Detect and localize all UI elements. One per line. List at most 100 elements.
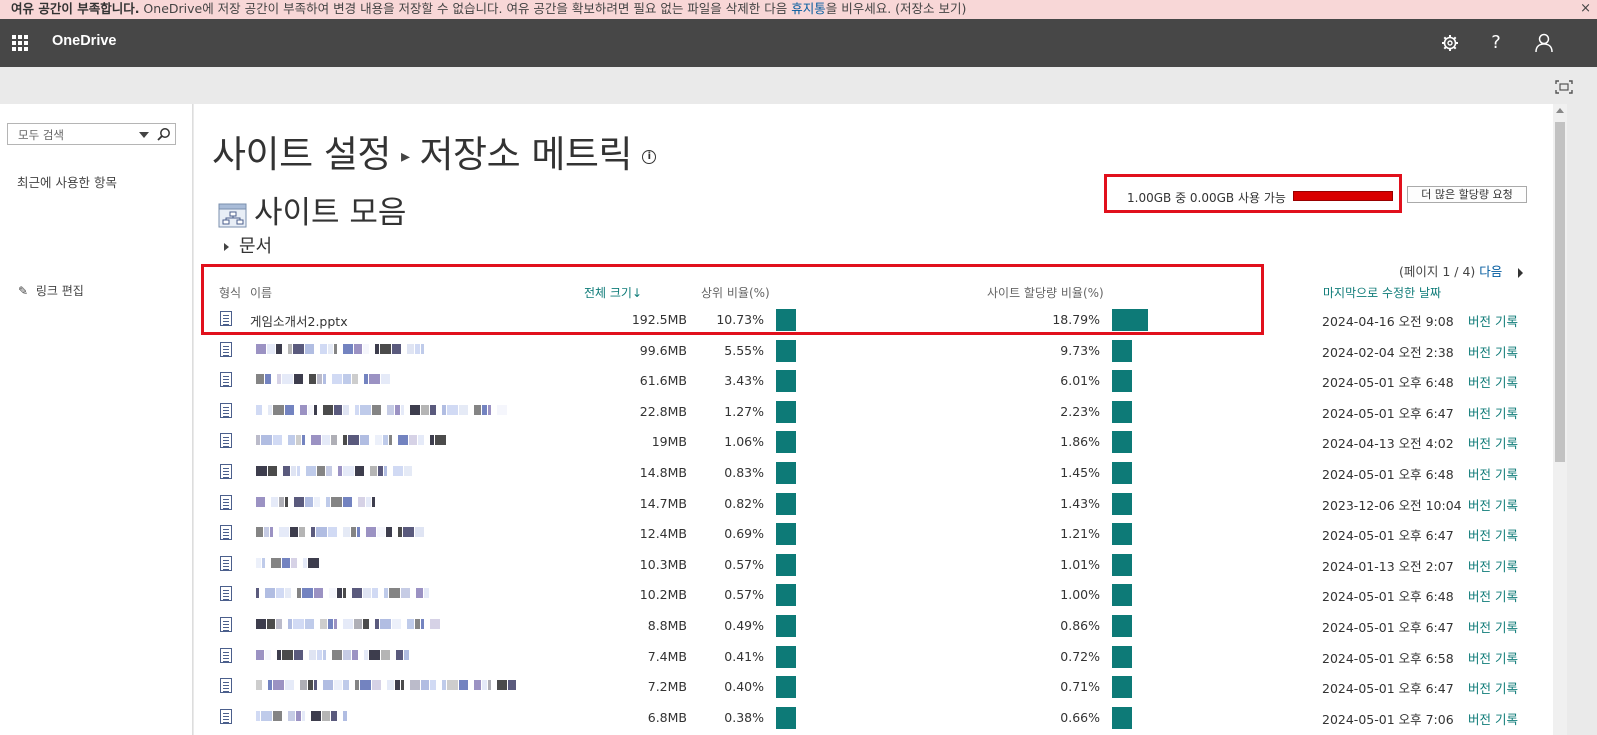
redacted-file-name <box>256 466 412 478</box>
file-size: 14.7MB <box>639 495 687 511</box>
version-history-link[interactable]: 버전 기록 <box>1468 464 1518 483</box>
quota-highlight-box: 1.00GB 중 0.00GB 사용 가능 <box>1104 174 1402 213</box>
scroll-up-icon[interactable] <box>1556 108 1564 113</box>
tree-node-documents[interactable]: 문서 <box>224 232 272 258</box>
main-content: 사이트 설정 ▸ 저장소 메트릭 i 사이트 모음 문서 1.00GB 중 0.00G… <box>194 104 1553 735</box>
site-quota-percentage: 0.66% <box>1060 709 1100 725</box>
document-file-icon <box>220 525 232 541</box>
version-history-link[interactable]: 버전 기록 <box>1468 311 1518 330</box>
parent-percentage: 0.57% <box>724 587 764 603</box>
table-row[interactable]: 19MB 1.06% 1.86% 2024-04-13 오전 4:02 버전 기록 <box>194 427 1553 457</box>
parent-percentage: 0.57% <box>724 556 764 572</box>
table-row[interactable]: 22.8MB 1.27% 2.23% 2024-05-01 오후 6:47 버전 기록 <box>194 397 1553 427</box>
search-input[interactable]: 모두 검색 <box>18 127 64 143</box>
file-size: 6.8MB <box>647 709 687 725</box>
redacted-file-name <box>256 710 347 723</box>
site-collection-title[interactable]: 사이트 모음 <box>254 195 406 231</box>
version-history-link[interactable]: 버전 기록 <box>1468 433 1518 452</box>
table-row[interactable]: 게임소개서2.pptx 192.5MB 10.73% 18.79% 2024-04-16… <box>194 305 1553 335</box>
gear-icon[interactable] <box>1438 31 1462 55</box>
parent-percentage-bar <box>776 370 796 393</box>
site-quota-percentage-bar <box>1112 615 1132 637</box>
site-quota-percentage: 0.72% <box>1060 648 1100 664</box>
site-quota-percentage-bar <box>1112 431 1132 454</box>
ribbon-area <box>0 67 1597 104</box>
last-modified-date: 2024-01-13 오전 2:07 <box>1322 558 1454 574</box>
column-header-total-size[interactable]: 전체 크기↓ <box>584 284 642 301</box>
site-quota-percentage: 1.01% <box>1060 556 1100 572</box>
table-row[interactable]: 7.4MB 0.41% 0.72% 2024-05-01 오후 6:58 버전 기록 <box>194 642 1553 672</box>
table-row[interactable]: 6.8MB 0.38% 0.66% 2024-05-01 오후 7:06 버전 기록 <box>194 703 1553 733</box>
version-history-link[interactable]: 버전 기록 <box>1468 586 1518 605</box>
table-row[interactable]: 8.8MB 0.49% 0.86% 2024-05-01 오후 6:47 버전 기록 <box>194 611 1553 641</box>
focus-mode-icon[interactable] <box>1555 80 1573 94</box>
version-history-link[interactable]: 버전 기록 <box>1468 372 1518 391</box>
breadcrumb-separator-icon: ▸ <box>400 146 410 167</box>
breadcrumb-site-settings[interactable]: 사이트 설정 <box>212 133 391 176</box>
document-file-icon <box>220 372 232 388</box>
version-history-link[interactable]: 버전 기록 <box>1468 556 1518 575</box>
vertical-scrollbar[interactable] <box>1553 104 1567 735</box>
version-history-link[interactable]: 버전 기록 <box>1468 617 1518 636</box>
table-row[interactable]: 10.2MB 0.57% 1.00% 2024-05-01 오후 6:48 버전 기록 <box>194 580 1553 610</box>
last-modified-date: 2024-02-04 오전 2:38 <box>1322 344 1454 360</box>
site-quota-percentage-bar <box>1112 523 1132 546</box>
table-row[interactable]: 12.4MB 0.69% 1.21% 2024-05-01 오후 6:47 버전 기록 <box>194 519 1553 549</box>
document-file-icon <box>220 678 232 694</box>
recycle-bin-link[interactable]: 휴지통 <box>791 1 826 16</box>
column-header-type[interactable]: 형식 <box>219 284 241 301</box>
app-launcher-icon[interactable] <box>12 35 28 51</box>
table-row[interactable]: 7.2MB 0.40% 0.71% 2024-05-01 오후 6:47 버전 기록 <box>194 672 1553 702</box>
account-icon[interactable] <box>1532 31 1556 55</box>
site-quota-percentage: 1.00% <box>1060 587 1100 603</box>
expand-triangle-icon[interactable] <box>224 243 229 251</box>
warning-message-end: 을 비우세요. (저장소 보기) <box>825 1 967 16</box>
table-row[interactable]: 14.8MB 0.83% 1.45% 2024-05-01 오후 6:48 버전 기록 <box>194 458 1553 488</box>
request-more-quota-button[interactable]: 더 많은 할당량 요청 <box>1407 186 1527 203</box>
search-icon[interactable] <box>157 127 171 141</box>
quota-usage-bar <box>1293 191 1393 201</box>
version-history-link[interactable]: 버전 기록 <box>1468 342 1518 361</box>
page-title: 사이트 설정 ▸ 저장소 메트릭 i <box>212 124 657 178</box>
column-header-last-modified[interactable]: 마지막으로 수정한 날짜 <box>1323 284 1441 301</box>
parent-percentage-bar <box>776 584 796 607</box>
column-header-parent-pct[interactable]: 상위 비율(%) <box>701 284 770 301</box>
site-quota-percentage: 9.73% <box>1060 342 1100 358</box>
version-history-link[interactable]: 버전 기록 <box>1468 648 1518 667</box>
help-icon[interactable]: ? <box>1484 31 1508 55</box>
scrollbar-thumb[interactable] <box>1555 122 1565 462</box>
info-icon[interactable]: i <box>642 149 657 164</box>
file-name-link[interactable]: 게임소개서2.pptx <box>250 311 348 330</box>
version-history-link[interactable]: 버전 기록 <box>1468 525 1518 544</box>
left-navigation: 모두 검색 최근에 사용한 항목 ✎ 링크 편집 <box>0 104 193 735</box>
table-row[interactable]: 61.6MB 3.43% 6.01% 2024-05-01 오후 6:48 버전 기록 <box>194 366 1553 396</box>
version-history-link[interactable]: 버전 기록 <box>1468 709 1518 728</box>
close-icon[interactable]: × <box>1580 0 1591 18</box>
storage-warning-bar: 여유 공간이 부족합니다. OneDrive에 저장 공간이 부족하여 변경 내… <box>0 0 1597 19</box>
version-history-link[interactable]: 버전 기록 <box>1468 403 1518 422</box>
nav-recent-items[interactable]: 최근에 사용한 항목 <box>17 172 117 191</box>
table-row[interactable]: 14.7MB 0.82% 1.43% 2023-12-06 오전 10:04 버전 기록 <box>194 489 1553 519</box>
version-history-link[interactable]: 버전 기록 <box>1468 495 1518 514</box>
next-arrow-icon[interactable] <box>1518 267 1524 278</box>
document-file-icon <box>220 494 232 510</box>
last-modified-date: 2024-05-01 오후 6:48 <box>1322 375 1454 391</box>
last-modified-date: 2024-05-01 오후 6:48 <box>1322 467 1454 482</box>
redacted-file-name <box>256 649 409 662</box>
version-history-link[interactable]: 버전 기록 <box>1468 678 1518 697</box>
site-quota-percentage: 2.23% <box>1060 403 1100 419</box>
chevron-down-icon[interactable] <box>139 132 149 138</box>
parent-percentage: 0.38% <box>724 709 764 725</box>
document-file-icon <box>220 647 232 663</box>
site-quota-percentage-bar <box>1112 339 1132 362</box>
search-box[interactable]: 모두 검색 <box>7 123 176 145</box>
file-size: 22.8MB <box>639 403 687 419</box>
pager-next-link[interactable]: 다음 <box>1479 264 1502 279</box>
brand-name[interactable]: OneDrive <box>52 33 116 49</box>
table-row[interactable]: 10.3MB 0.57% 1.01% 2024-01-13 오전 2:07 버전 기록 <box>194 550 1553 580</box>
column-header-site-quota-pct[interactable]: 사이트 할당량 비율(%) <box>987 284 1104 301</box>
edit-links-button[interactable]: ✎ 링크 편집 <box>18 282 84 299</box>
site-quota-percentage: 0.86% <box>1060 618 1100 633</box>
table-row[interactable]: 99.6MB 5.55% 9.73% 2024-02-04 오전 2:38 버전 기록 <box>194 336 1553 366</box>
column-header-name[interactable]: 이름 <box>250 284 272 301</box>
